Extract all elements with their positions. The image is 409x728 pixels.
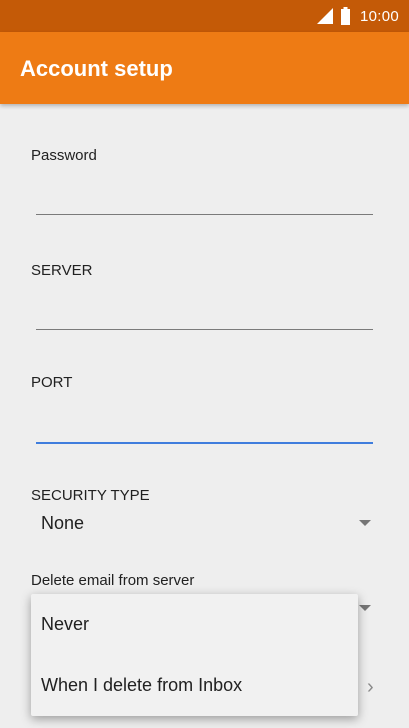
port-field[interactable] xyxy=(36,418,373,444)
status-bar: 10:00 xyxy=(0,0,409,32)
battery-icon xyxy=(340,7,350,25)
dropdown-option-delete-from-inbox[interactable]: When I delete from Inbox xyxy=(31,655,358,716)
security-type-label: SECURITY TYPE xyxy=(31,487,150,504)
status-icons: 10:00 xyxy=(316,6,399,26)
dropdown-arrow-icon xyxy=(359,605,371,611)
status-time: 10:00 xyxy=(359,7,399,25)
password-field[interactable] xyxy=(36,190,373,215)
signal-icon xyxy=(316,8,333,24)
delete-email-label: Delete email from server xyxy=(31,572,195,589)
server-field[interactable] xyxy=(36,305,373,330)
dropdown-arrow-icon xyxy=(359,520,371,526)
server-label: SERVER xyxy=(31,262,93,279)
security-type-value: None xyxy=(41,513,85,533)
security-type-select[interactable]: None xyxy=(30,508,380,540)
port-label: PORT xyxy=(31,374,73,391)
app-bar: Account setup xyxy=(0,32,409,104)
delete-email-dropdown: Never When I delete from Inbox xyxy=(31,594,358,716)
page-title: Account setup xyxy=(20,56,173,81)
dropdown-option-never[interactable]: Never xyxy=(31,594,358,655)
chevron-right-icon: › xyxy=(367,676,374,698)
password-label: Password xyxy=(31,147,97,164)
